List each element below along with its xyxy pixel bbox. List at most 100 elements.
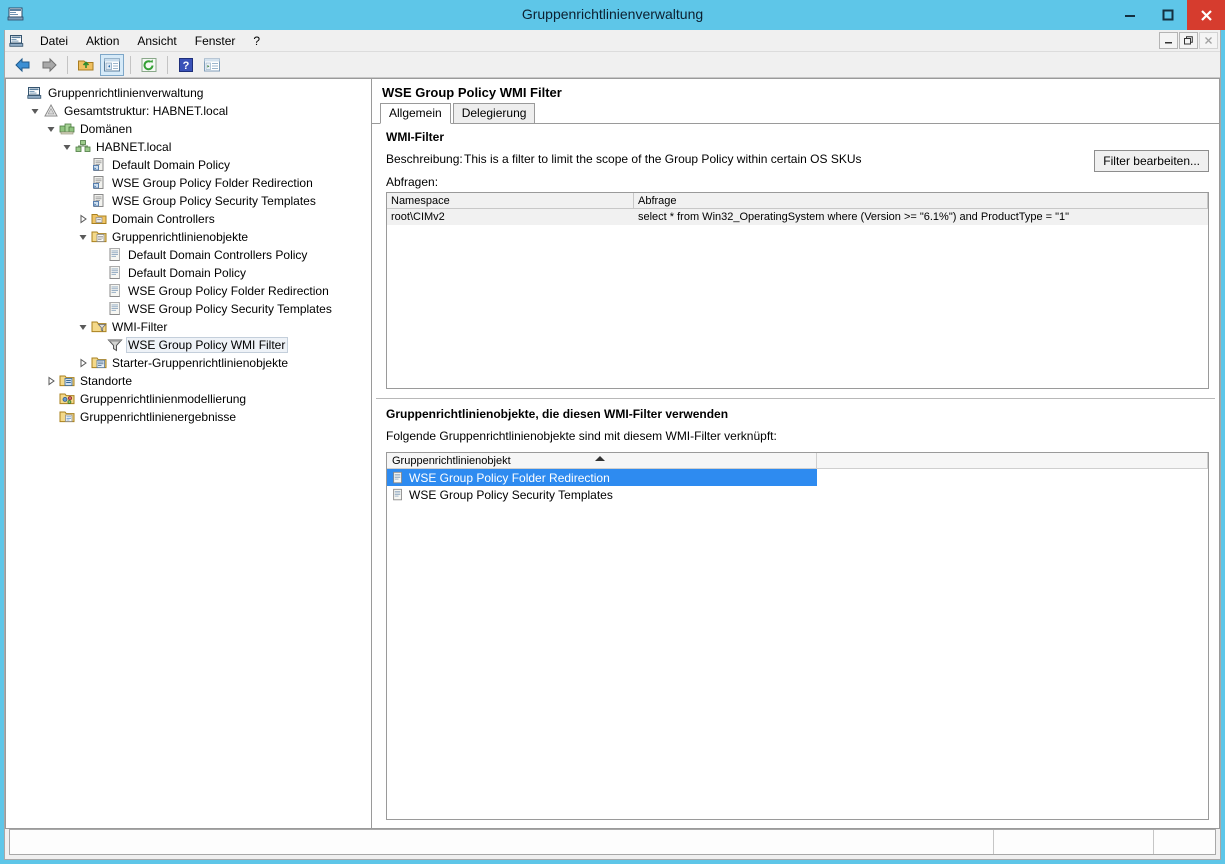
- expander-collapse-icon[interactable]: [76, 228, 90, 246]
- tree-item-label: WSE Group Policy Folder Redirection: [128, 284, 329, 298]
- window-controls: [1111, 0, 1225, 30]
- tree-item-wse-group-policy-security-templates[interactable]: WSE Group Policy Security Templates: [6, 300, 371, 318]
- up-one-level-button[interactable]: [74, 54, 98, 76]
- menu-aktion[interactable]: Aktion: [77, 31, 128, 51]
- tree-item-wse-group-policy-security-templates[interactable]: WSE Group Policy Security Templates: [6, 192, 371, 210]
- mdi-frame: Datei Aktion Ansicht Fenster ? ? Gruppen…: [4, 30, 1221, 860]
- refresh-button[interactable]: [137, 54, 161, 76]
- column-header-abfrage[interactable]: Abfrage: [634, 193, 1208, 208]
- wmi-filter-section: WMI-Filter Beschreibung: This is a filte…: [372, 124, 1219, 192]
- expander-empty: [76, 174, 90, 192]
- expander-collapse-icon[interactable]: [76, 318, 90, 336]
- tree-item-wse-group-policy-folder-redirection[interactable]: WSE Group Policy Folder Redirection: [6, 282, 371, 300]
- expander-expand-icon[interactable]: [44, 372, 58, 390]
- list-item-label: WSE Group Policy Security Templates: [409, 487, 613, 502]
- tab-content-allgemein: WMI-Filter Beschreibung: This is a filte…: [372, 124, 1219, 828]
- mdi-restore-button[interactable]: [1179, 32, 1198, 49]
- query-grid-header: Namespace Abfrage: [387, 193, 1208, 209]
- tree-item-wse-group-policy-folder-redirection[interactable]: WSE Group Policy Folder Redirection: [6, 174, 371, 192]
- wmi-folder-icon: [90, 319, 107, 335]
- toolbar-separator: [130, 55, 131, 74]
- tree-item-label: Starter-Gruppenrichtlinienobjekte: [112, 356, 289, 370]
- tree-item-label: Domain Controllers: [112, 212, 215, 226]
- tree-item-starter-gruppenrichtlinienobjekte[interactable]: Starter-Gruppenrichtlinienobjekte: [6, 354, 371, 372]
- menu-datei[interactable]: Datei: [31, 31, 77, 51]
- tree-item-dom-nen[interactable]: Domänen: [6, 120, 371, 138]
- expander-collapse-icon[interactable]: [60, 138, 74, 156]
- tree-item-label: Gesamtstruktur: HABNET.local: [64, 104, 229, 118]
- tree-item-default-domain-policy[interactable]: Default Domain Policy: [6, 156, 371, 174]
- expander-expand-icon[interactable]: [76, 210, 90, 228]
- tab-allgemein[interactable]: Allgemein: [380, 103, 451, 124]
- tree-item-habnet-local[interactable]: HABNET.local: [6, 138, 371, 156]
- tree-item-gruppenrichtlinienverwaltung[interactable]: Gruppenrichtlinienverwaltung: [6, 84, 371, 102]
- tree-item-gruppenrichtlinienmodellierung[interactable]: Gruppenrichtlinienmodellierung: [6, 390, 371, 408]
- tree-item-gruppenrichtlinienobjekte[interactable]: Gruppenrichtlinienobjekte: [6, 228, 371, 246]
- gp-modeling-icon: [58, 391, 75, 407]
- forest-icon: [42, 103, 59, 119]
- linked-gpos-list[interactable]: Gruppenrichtlinienobjekt WSE Group Polic…: [386, 452, 1209, 820]
- cell-namespace: root\CIMv2: [391, 211, 445, 223]
- show-hide-tree-button[interactable]: [100, 53, 124, 76]
- column-header-gruppenrichtlinienobjekt[interactable]: Gruppenrichtlinienobjekt: [387, 453, 817, 468]
- tree-item-label: WSE Group Policy Folder Redirection: [112, 176, 313, 190]
- expander-collapse-icon[interactable]: [28, 102, 42, 120]
- tab-delegierung[interactable]: Delegierung: [452, 103, 536, 124]
- tree-item-default-domain-controllers-policy[interactable]: Default Domain Controllers Policy: [6, 246, 371, 264]
- content-area: Gruppenrichtlinienverwaltung Gesamtstrukt…: [5, 78, 1220, 829]
- section-heading-linked-gpos: Gruppenrichtlinienobjekte, die diesen WM…: [386, 407, 729, 421]
- mdi-minimize-button[interactable]: [1159, 32, 1178, 49]
- queries-label: Abfragen:: [386, 175, 439, 189]
- menu-ansicht[interactable]: Ansicht: [128, 31, 185, 51]
- list-item[interactable]: WSE Group Policy Security Templates: [387, 486, 1208, 503]
- tree-item-label: Default Domain Policy: [112, 158, 231, 172]
- tree-item-label: HABNET.local: [96, 140, 172, 154]
- column-header-namespace[interactable]: Namespace: [387, 193, 634, 208]
- mdi-window-controls: [1159, 32, 1218, 49]
- console-tree-pane[interactable]: Gruppenrichtlinienverwaltung Gesamtstrukt…: [5, 78, 371, 829]
- tree-item-wmi-filter[interactable]: WMI-Filter: [6, 318, 371, 336]
- title-bar: Gruppenrichtlinienverwaltung: [0, 0, 1225, 30]
- edit-filter-button[interactable]: Filter bearbeiten...: [1094, 150, 1209, 172]
- column-header-empty[interactable]: [817, 453, 1208, 468]
- tree-item-standorte[interactable]: Standorte: [6, 372, 371, 390]
- gpo-icon: [106, 301, 123, 317]
- expander-collapse-icon[interactable]: [44, 120, 58, 138]
- expander-expand-icon[interactable]: [76, 354, 90, 372]
- linked-gpos-rows: WSE Group Policy Folder Redirection WSE G…: [387, 469, 1208, 503]
- details-pane: WSE Group Policy WMI Filter Allgemein De…: [371, 78, 1220, 829]
- tree-item-wse-group-policy-wmi-filter[interactable]: WSE Group Policy WMI Filter: [6, 336, 371, 354]
- expander-empty: [44, 408, 58, 426]
- tree-item-gesamtstruktur-habnet-local[interactable]: Gesamtstruktur: HABNET.local: [6, 102, 371, 120]
- mdi-close-button[interactable]: [1199, 32, 1218, 49]
- gpo-icon: [106, 283, 123, 299]
- window-minimize-button[interactable]: [1111, 0, 1149, 30]
- tree-item-gruppenrichtlinienergebnisse[interactable]: Gruppenrichtlinienergebnisse: [6, 408, 371, 426]
- back-button[interactable]: [11, 54, 35, 76]
- gpo-icon: [106, 265, 123, 281]
- tree-item-label: Standorte: [80, 374, 133, 388]
- tree-item-label: Gruppenrichtlinienobjekte: [112, 230, 249, 244]
- show-action-pane-button[interactable]: [200, 54, 224, 76]
- gp-results-icon: [58, 409, 75, 425]
- list-item[interactable]: WSE Group Policy Folder Redirection: [387, 469, 817, 486]
- menu-fenster[interactable]: Fenster: [186, 31, 245, 51]
- window-close-button[interactable]: [1187, 0, 1225, 30]
- help-button[interactable]: ?: [174, 54, 198, 76]
- query-grid-row[interactable]: root\CIMv2 select * from Win32_Operating…: [387, 209, 1208, 225]
- forward-button[interactable]: [37, 54, 61, 76]
- tree-item-domain-controllers[interactable]: Domain Controllers: [6, 210, 371, 228]
- status-bar-segment-2: [1153, 830, 1215, 854]
- tree-item-default-domain-policy[interactable]: Default Domain Policy: [6, 264, 371, 282]
- gpo-icon: [106, 247, 123, 263]
- menu-help[interactable]: ?: [244, 31, 269, 51]
- gpo-link-icon: [90, 175, 107, 191]
- gpo-folder-icon: [90, 229, 107, 245]
- toolbar-separator: [67, 55, 68, 74]
- tree-item-label: WMI-Filter: [112, 320, 168, 334]
- window-maximize-button[interactable]: [1149, 0, 1187, 30]
- query-grid[interactable]: Namespace Abfrage root\CIMv2 select * fr…: [386, 192, 1209, 389]
- tree-item-label: WSE Group Policy Security Templates: [112, 194, 316, 208]
- gpo-icon: [391, 488, 405, 502]
- expander-empty: [92, 246, 106, 264]
